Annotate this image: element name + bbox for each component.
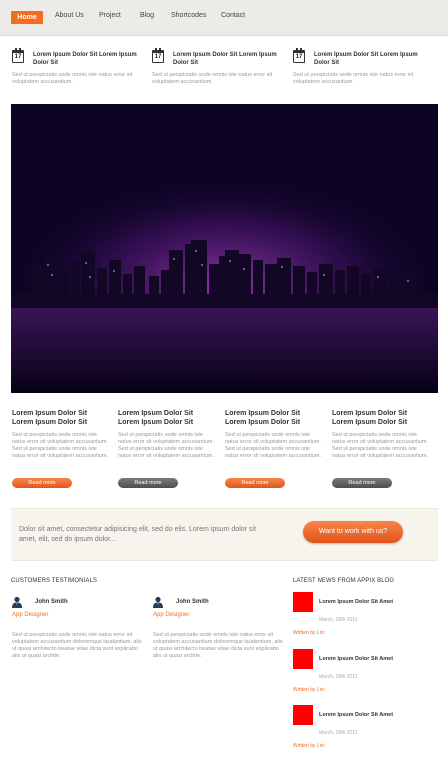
card-description: Sed ut perspiciatis unde omnis iste natu… xyxy=(12,432,108,459)
user-icon xyxy=(12,596,22,608)
top-navigation: Home About Us Project Blog Shortcodes Co… xyxy=(0,0,448,36)
news-author[interactable]: Written by Lirc xyxy=(293,687,325,693)
news-title[interactable]: Lorem Ipsum Dolor Sit Amet xyxy=(319,712,393,718)
card-description: Sed ut perspiciatis unde omnis iste natu… xyxy=(118,432,214,459)
card-title[interactable]: Lorem Ipsum Dolor Sit Lorem Ipsum Dolor … xyxy=(118,409,214,427)
read-more-button[interactable]: Read more xyxy=(332,478,392,488)
hero-city-skyline-image xyxy=(11,104,438,393)
read-more-button[interactable]: Read more xyxy=(225,478,285,488)
card-title[interactable]: Lorem Ipsum Dolor Sit Lorem Ipsum Dolor … xyxy=(225,409,321,427)
calendar-icon: 17 xyxy=(152,48,164,63)
nav-shortcodes[interactable]: Shortcodes xyxy=(171,12,206,19)
news-title[interactable]: Lorem Ipsum Dolor Sit Amet xyxy=(319,599,393,605)
card-title[interactable]: Lorem Ipsum Dolor Sit Lorem Ipsum Dolor … xyxy=(12,409,108,427)
nav-project[interactable]: Project xyxy=(99,12,121,19)
event-description: Sed ut perspiciatis unde omnis iste natu… xyxy=(152,72,273,85)
news-title[interactable]: Lorem Ipsum Dolor Sit Amet xyxy=(319,656,393,662)
read-more-button[interactable]: Read more xyxy=(118,478,178,488)
nav-about-us[interactable]: About Us xyxy=(55,12,84,19)
testimonial-name: John Smith xyxy=(176,599,209,605)
event-title[interactable]: Lorem Ipsum Dolor Sit Lorem Ipsum Dolor … xyxy=(33,51,143,67)
feature-card: Lorem Ipsum Dolor Sit Lorem Ipsum Dolor … xyxy=(12,409,108,488)
nav-contact[interactable]: Contact xyxy=(221,12,245,19)
event-title[interactable]: Lorem Ipsum Dolor Sit Lorem Ipsum Dolor … xyxy=(314,51,424,67)
news-date: March, 28th 2011 xyxy=(319,730,358,736)
calendar-icon: 17 xyxy=(12,48,24,63)
testimonial-role[interactable]: App Designer xyxy=(153,612,189,618)
testimonial-quote: Sed ut perspiciatis unde omnis iste natu… xyxy=(12,632,142,659)
card-title[interactable]: Lorem Ipsum Dolor Sit Lorem Ipsum Dolor … xyxy=(332,409,428,427)
news-thumbnail[interactable] xyxy=(293,649,313,669)
call-to-action-banner: Dolor sit amet, consectetur adipisicing … xyxy=(11,508,438,561)
testimonial-quote: Sed ut perspiciatis unde omnis iste natu… xyxy=(153,632,283,659)
read-more-button[interactable]: Read more xyxy=(12,478,72,488)
testimonial-name: John Smith xyxy=(35,599,68,605)
city-skyline-graphic xyxy=(11,104,438,393)
cta-text: Dolor sit amet, consectetur adipisicing … xyxy=(19,526,256,543)
user-icon xyxy=(153,596,163,608)
news-thumbnail[interactable] xyxy=(293,592,313,612)
testimonial-role[interactable]: App Designer xyxy=(12,612,48,618)
work-with-us-button[interactable]: Want to work with us? xyxy=(303,521,403,543)
news-author[interactable]: Written by Lirc xyxy=(293,743,325,749)
testimonials-heading: CUSTOMERS TESTIMONIALS xyxy=(11,578,97,584)
calendar-icon: 17 xyxy=(293,48,305,63)
event-title[interactable]: Lorem Ipsum Dolor Sit Lorem Ipsum Dolor … xyxy=(173,51,283,67)
card-description: Sed ut perspiciatis unde omnis iste natu… xyxy=(225,432,321,459)
news-thumbnail[interactable] xyxy=(293,705,313,725)
news-date: March, 28th 2011 xyxy=(319,617,358,623)
nav-blog[interactable]: Blog xyxy=(140,12,154,19)
feature-card: Lorem Ipsum Dolor Sit Lorem Ipsum Dolor … xyxy=(118,409,214,488)
news-heading: LATEST NEWS FROM APPIX BLOG xyxy=(293,578,395,584)
feature-card: Lorem Ipsum Dolor Sit Lorem Ipsum Dolor … xyxy=(332,409,428,488)
feature-card: Lorem Ipsum Dolor Sit Lorem Ipsum Dolor … xyxy=(225,409,321,488)
event-description: Sed ut perspiciatis unde omnis iste natu… xyxy=(293,72,414,85)
news-date: March, 28th 2011 xyxy=(319,674,358,680)
card-description: Sed ut perspiciatis unde omnis iste natu… xyxy=(332,432,428,459)
event-description: Sed ut perspiciatis unde omnis iste natu… xyxy=(12,72,133,85)
nav-home[interactable]: Home xyxy=(11,11,43,24)
news-author[interactable]: Written by Lirc xyxy=(293,630,325,636)
